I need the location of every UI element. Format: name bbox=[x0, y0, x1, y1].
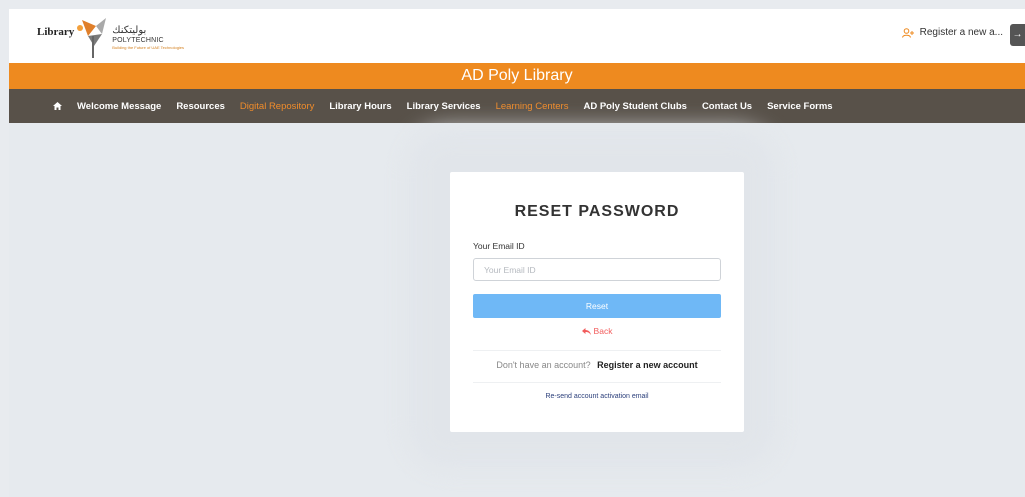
nav-library-hours[interactable]: Library Hours bbox=[329, 101, 391, 112]
logo-text: بوليتكنك POLYTECHNIC Building the Future… bbox=[112, 25, 184, 51]
register-new-account-link[interactable]: Register a new account bbox=[597, 360, 698, 370]
top-header: Library بوليتكنك POLYTECHNIC Building th… bbox=[9, 9, 1025, 63]
email-label: Your Email ID bbox=[473, 241, 525, 251]
site-title: AD Poly Library bbox=[9, 63, 1025, 89]
nav-learning-centers[interactable]: Learning Centers bbox=[496, 101, 569, 112]
reply-arrow-icon bbox=[581, 327, 591, 335]
nav-service-forms[interactable]: Service Forms bbox=[767, 101, 832, 112]
nav-student-clubs[interactable]: AD Poly Student Clubs bbox=[583, 101, 686, 112]
logo-english: POLYTECHNIC bbox=[112, 37, 164, 44]
logo-arabic: بوليتكنك bbox=[112, 25, 147, 36]
no-account-text: Don't have an account? bbox=[496, 360, 591, 370]
nav-contact-us[interactable]: Contact Us bbox=[702, 101, 752, 112]
site-logo[interactable]: Library بوليتكنك POLYTECHNIC Building th… bbox=[37, 15, 184, 61]
main-nav: Welcome Message Resources Digital Reposi… bbox=[9, 89, 1025, 123]
login-arrow-icon: → bbox=[1012, 29, 1023, 40]
reset-password-card: RESET PASSWORD Your Email ID Reset Back … bbox=[450, 172, 744, 432]
register-row: Don't have an account? Register a new ac… bbox=[450, 360, 744, 370]
email-input[interactable] bbox=[473, 258, 721, 281]
logo-word: Library bbox=[37, 26, 75, 38]
back-label: Back bbox=[593, 326, 613, 336]
login-button[interactable]: → bbox=[1010, 24, 1025, 46]
nav-library-services[interactable]: Library Services bbox=[407, 101, 481, 112]
page-frame: Library بوليتكنك POLYTECHNIC Building th… bbox=[9, 9, 1025, 497]
divider bbox=[473, 382, 721, 383]
logo-mark-icon bbox=[77, 18, 107, 58]
add-user-icon bbox=[901, 27, 914, 38]
nav-digital-repository[interactable]: Digital Repository bbox=[240, 101, 314, 112]
logo-tagline: Building the Future of UAE Technologies bbox=[112, 45, 185, 50]
reset-button[interactable]: Reset bbox=[473, 294, 721, 318]
back-link[interactable]: Back bbox=[450, 326, 744, 336]
divider bbox=[473, 350, 721, 351]
home-icon[interactable] bbox=[53, 102, 62, 110]
form-title: RESET PASSWORD bbox=[514, 203, 680, 220]
nav-welcome-message[interactable]: Welcome Message bbox=[77, 101, 161, 112]
nav-resources[interactable]: Resources bbox=[176, 101, 225, 112]
register-top-label: Register a new a... bbox=[919, 27, 1003, 38]
resend-activation-link[interactable]: Re-send account activation email bbox=[450, 393, 744, 400]
register-top-link[interactable]: Register a new a... bbox=[901, 27, 1003, 38]
